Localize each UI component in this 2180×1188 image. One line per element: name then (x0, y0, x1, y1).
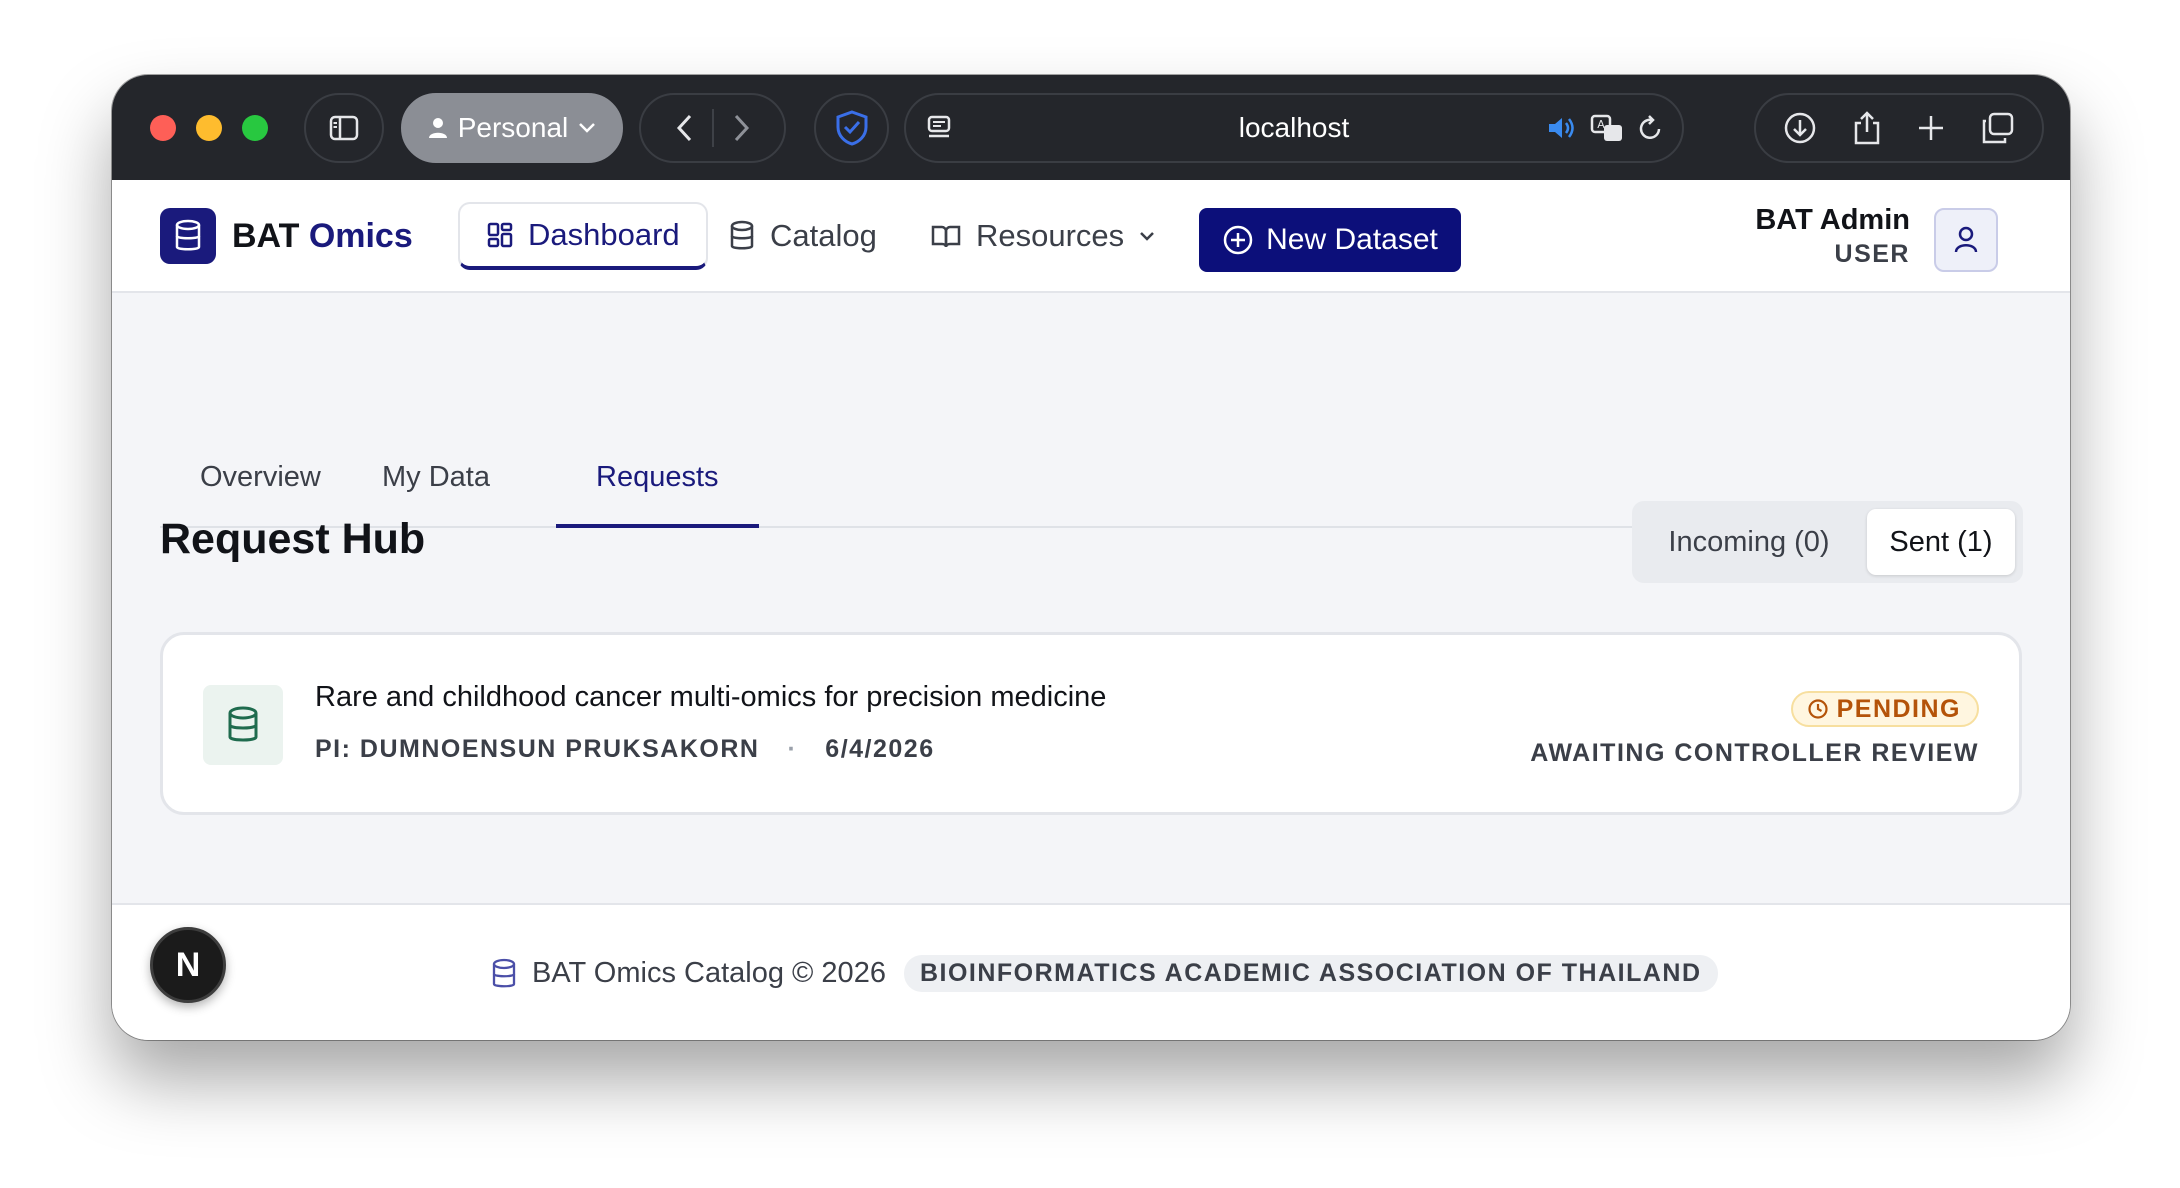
request-date: 6/4/2026 (825, 735, 935, 763)
footer-content: BAT Omics Catalog © 2026 BIOINFORMATICS … (490, 955, 1718, 992)
nav-dashboard-label: Dashboard (528, 217, 680, 252)
app-header: BAT Omics Dashboard Catalog Resources Ne… (112, 180, 2070, 293)
browser-actions (1754, 93, 2044, 163)
incoming-toggle[interactable]: Incoming (0) (1640, 509, 1858, 575)
request-meta: PI: DUMNOENSUN PRUKSAKORN · 6/4/2026 (315, 735, 935, 764)
dashboard-tabs: Overview My Data Requests (160, 293, 2020, 528)
nav-catalog-label: Catalog (770, 218, 877, 253)
page-footer: N BAT Omics Catalog © 2026 BIOINFORMATIC… (112, 903, 2070, 1040)
forward-arrow-icon[interactable] (732, 113, 750, 143)
brand-prefix: BAT (232, 217, 300, 255)
brand-name[interactable]: BAT Omics (232, 217, 413, 256)
profile-button[interactable]: Personal (401, 93, 623, 163)
organization-badge: BIOINFORMATICS ACADEMIC ASSOCIATION OF T… (903, 955, 1718, 992)
history-navigation (639, 93, 786, 163)
back-arrow-icon[interactable] (676, 113, 694, 143)
svg-text:A: A (1597, 118, 1605, 131)
nav-resources-label: Resources (976, 218, 1125, 253)
new-dataset-label: New Dataset (1266, 223, 1438, 256)
request-pi: PI: DUMNOENSUN PRUKSAKORN (315, 735, 760, 763)
next-dev-indicator[interactable]: N (150, 927, 226, 1003)
sidebar-icon (329, 115, 359, 141)
plus-circle-icon (1223, 225, 1253, 255)
database-icon (730, 220, 754, 250)
translate-icon[interactable]: A (1590, 113, 1624, 143)
meta-separator: · (787, 735, 798, 763)
browser-window: Personal localhost A BAT Omics Dashboard… (112, 75, 2070, 1040)
maximize-window-button[interactable] (242, 115, 268, 141)
app-logo[interactable] (160, 208, 216, 264)
shield-icon (836, 110, 867, 146)
nav-catalog[interactable]: Catalog (728, 202, 877, 270)
database-icon (492, 958, 516, 987)
browser-toolbar: Personal localhost A (112, 75, 2070, 180)
user-avatar-button[interactable] (1934, 208, 1998, 272)
user-icon (1954, 226, 1978, 253)
page-menu-icon[interactable] (926, 114, 952, 142)
new-tab-icon[interactable] (1916, 113, 1946, 143)
sidebar-toggle-button[interactable] (304, 93, 384, 163)
page-title: Request Hub (160, 515, 426, 563)
dashboard-icon (487, 222, 513, 248)
extension-button[interactable] (814, 93, 889, 163)
request-dataset-icon-box (203, 685, 283, 765)
book-open-icon (931, 225, 961, 248)
footer-copyright: BAT Omics Catalog © 2026 (532, 957, 886, 989)
speaker-icon[interactable] (1546, 114, 1576, 142)
clock-icon (1807, 699, 1828, 719)
chevron-down-icon (579, 123, 596, 133)
share-icon[interactable] (1852, 110, 1882, 146)
user-role: USER (1834, 240, 1910, 268)
reload-icon[interactable] (1638, 114, 1664, 142)
status-label: PENDING (1836, 694, 1961, 723)
user-name: BAT Admin (1755, 204, 1910, 236)
database-icon (228, 706, 258, 742)
nav-resources[interactable]: Resources (930, 202, 1156, 270)
profile-label: Personal (457, 112, 569, 143)
request-card[interactable]: Rare and childhood cancer multi-omics fo… (160, 632, 2022, 815)
status-badge: PENDING (1790, 691, 1979, 727)
request-title[interactable]: Rare and childhood cancer multi-omics fo… (315, 681, 1106, 714)
close-window-button[interactable] (150, 115, 176, 141)
chevron-down-icon (1140, 232, 1155, 241)
address-bar[interactable]: localhost A (904, 93, 1684, 163)
tab-overview-icon[interactable] (1981, 111, 2015, 145)
database-icon (175, 219, 201, 251)
request-direction-toggle: Incoming (0) Sent (1) (1632, 501, 2023, 583)
sent-toggle[interactable]: Sent (1) (1867, 509, 2015, 575)
tab-requests[interactable]: Requests (556, 443, 759, 528)
minimize-window-button[interactable] (196, 115, 222, 141)
nav-divider (711, 109, 714, 147)
new-dataset-button[interactable]: New Dataset (1199, 208, 1461, 272)
download-icon[interactable] (1783, 111, 1817, 145)
nav-dashboard[interactable]: Dashboard (458, 202, 708, 270)
person-icon (428, 118, 447, 138)
status-note: AWAITING CONTROLLER REVIEW (1530, 739, 1979, 767)
brand-accent: Omics (308, 217, 413, 255)
